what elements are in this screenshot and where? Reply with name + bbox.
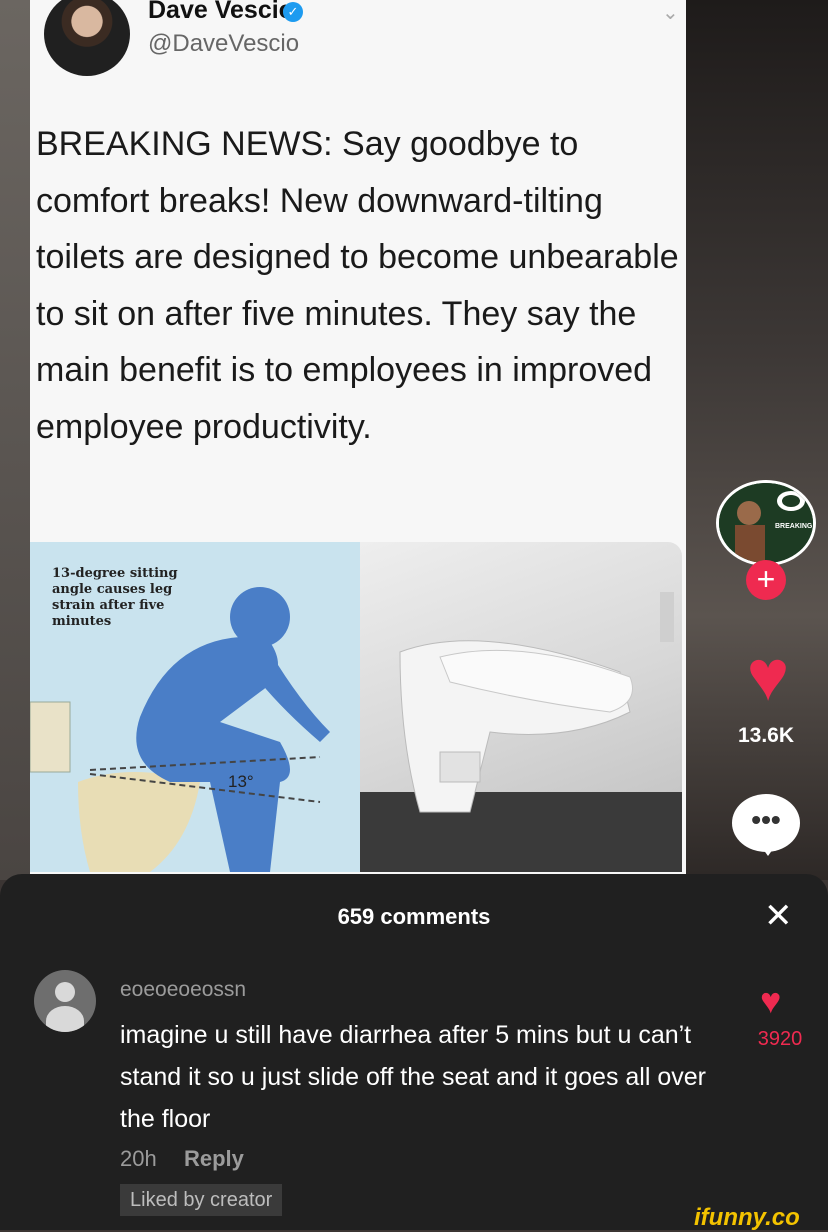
avatar-body-shape (46, 1006, 84, 1032)
comments-count-title: 659 comments (337, 904, 491, 929)
tweet-handle: @DaveVescio (148, 30, 300, 57)
tweet-author-avatar (44, 0, 130, 76)
verified-icon: ✓ (283, 2, 303, 22)
creator-avatar-badge: BREAKING (775, 523, 813, 530)
angle-label: 13° (228, 772, 254, 791)
comment-bubble-tail (758, 842, 778, 856)
reply-button[interactable]: Reply (184, 1146, 244, 1172)
creator-avatar[interactable]: BREAKING (716, 480, 816, 566)
comment-like-count: 3920 (757, 1028, 803, 1050)
comment-timestamp: 20h (120, 1146, 157, 1171)
avatar-head-shape (55, 982, 75, 1002)
tweet-display-name: Dave Vescio (148, 0, 294, 24)
comments-sheet: 659 comments ✕ eoeoeoeossn imagine u sti… (0, 874, 828, 1230)
heart-icon[interactable]: ♥ (730, 638, 806, 714)
video-background-left (0, 0, 30, 880)
comment-username[interactable]: eoeoeoeossn (120, 978, 246, 1002)
tweet-text: BREAKING NEWS: Say goodbye to comfort br… (36, 125, 679, 446)
close-icon[interactable]: ✕ (764, 896, 793, 936)
comment-heart-icon[interactable]: ♥ (760, 980, 781, 1022)
toilet-photo-illustration (360, 592, 682, 872)
diagram-caption: 13-degree sitting angle causes leg strai… (52, 566, 178, 629)
chevron-down-icon: ⌄ (662, 2, 679, 24)
default-avatar-icon[interactable] (34, 970, 96, 1032)
tilted-toilet-photo (360, 542, 682, 872)
video-background-right (686, 0, 828, 880)
toilet-diagram-image: 13-degree sitting angle causes leg strai… (30, 542, 360, 872)
comment-text: imagine u still have diarrhea after 5 mi… (120, 1021, 706, 1133)
liked-by-creator-badge: Liked by creator (120, 1184, 283, 1216)
follow-plus-icon[interactable]: + (746, 560, 786, 600)
tweet-card: Dave Vescio ✓ @DaveVescio ⌄ BREAKING NEW… (30, 0, 686, 880)
ifunny-watermark: ifunny.co (694, 1204, 800, 1231)
like-count: 13.6K (737, 724, 795, 747)
